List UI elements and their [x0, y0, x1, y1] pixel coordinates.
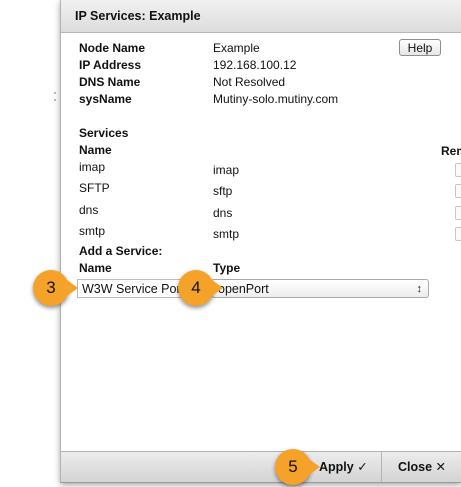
- background-dot: [54, 99, 56, 101]
- screen: IP Services: Example Help Node Name Exam…: [0, 0, 461, 487]
- node-name-label: Node Name: [79, 41, 146, 55]
- apply-button[interactable]: Apply ✓: [319, 459, 368, 474]
- add-service-heading: Add a Service:: [79, 244, 163, 258]
- services-name-header: Name: [79, 143, 112, 157]
- footer-divider: [381, 452, 382, 482]
- step-5-callout: 5: [275, 449, 320, 485]
- background-dot: [54, 92, 56, 94]
- node-name-value: Example: [213, 41, 260, 55]
- service-row-type: smtp: [213, 227, 240, 241]
- help-button[interactable]: Help: [399, 39, 441, 56]
- service-row-name: SFTP: [79, 181, 110, 195]
- service-row-name: imap: [79, 160, 106, 174]
- dialog-title: IP Services: Example: [75, 9, 201, 23]
- service-row-name: smtp: [79, 224, 106, 238]
- remove-checkbox[interactable]: [455, 227, 461, 241]
- step-3-callout: 3: [33, 270, 78, 306]
- ip-address-label: IP Address: [79, 58, 142, 72]
- services-heading: Services: [79, 126, 129, 140]
- service-row-name: dns: [79, 203, 99, 217]
- service-row-type: dns: [213, 206, 233, 220]
- sysname-value: Mutiny-solo.mutiny.com: [213, 92, 339, 106]
- dns-name-label: DNS Name: [79, 75, 141, 89]
- service-row-type: sftp: [213, 184, 233, 198]
- dialog-titlebar: IP Services: Example: [61, 0, 461, 33]
- add-service-name-header: Name: [79, 261, 112, 275]
- dns-name-value: Not Resolved: [213, 75, 286, 89]
- remove-checkbox[interactable]: [455, 184, 461, 198]
- service-type-select[interactable]: openPort ↕: [211, 279, 429, 298]
- services-remove-header: Rem: [441, 144, 461, 158]
- select-arrows-icon: ↕: [416, 283, 423, 295]
- dialog-footer: Apply ✓ Close ✕: [61, 451, 461, 482]
- close-button[interactable]: Close ✕: [398, 459, 446, 474]
- step-4-callout: 4: [178, 270, 223, 306]
- sysname-label: sysName: [79, 92, 132, 106]
- add-service-type-header: Type: [213, 261, 241, 275]
- service-type-value: openPort: [218, 282, 269, 296]
- service-name-input[interactable]: W3W Service Port: [77, 279, 194, 298]
- ip-address-value: 192.168.100.12: [213, 58, 297, 72]
- service-row-type: imap: [213, 163, 240, 177]
- remove-checkbox[interactable]: [455, 163, 461, 177]
- ip-services-dialog: IP Services: Example Help Node Name Exam…: [60, 0, 461, 483]
- remove-checkbox[interactable]: [455, 206, 461, 220]
